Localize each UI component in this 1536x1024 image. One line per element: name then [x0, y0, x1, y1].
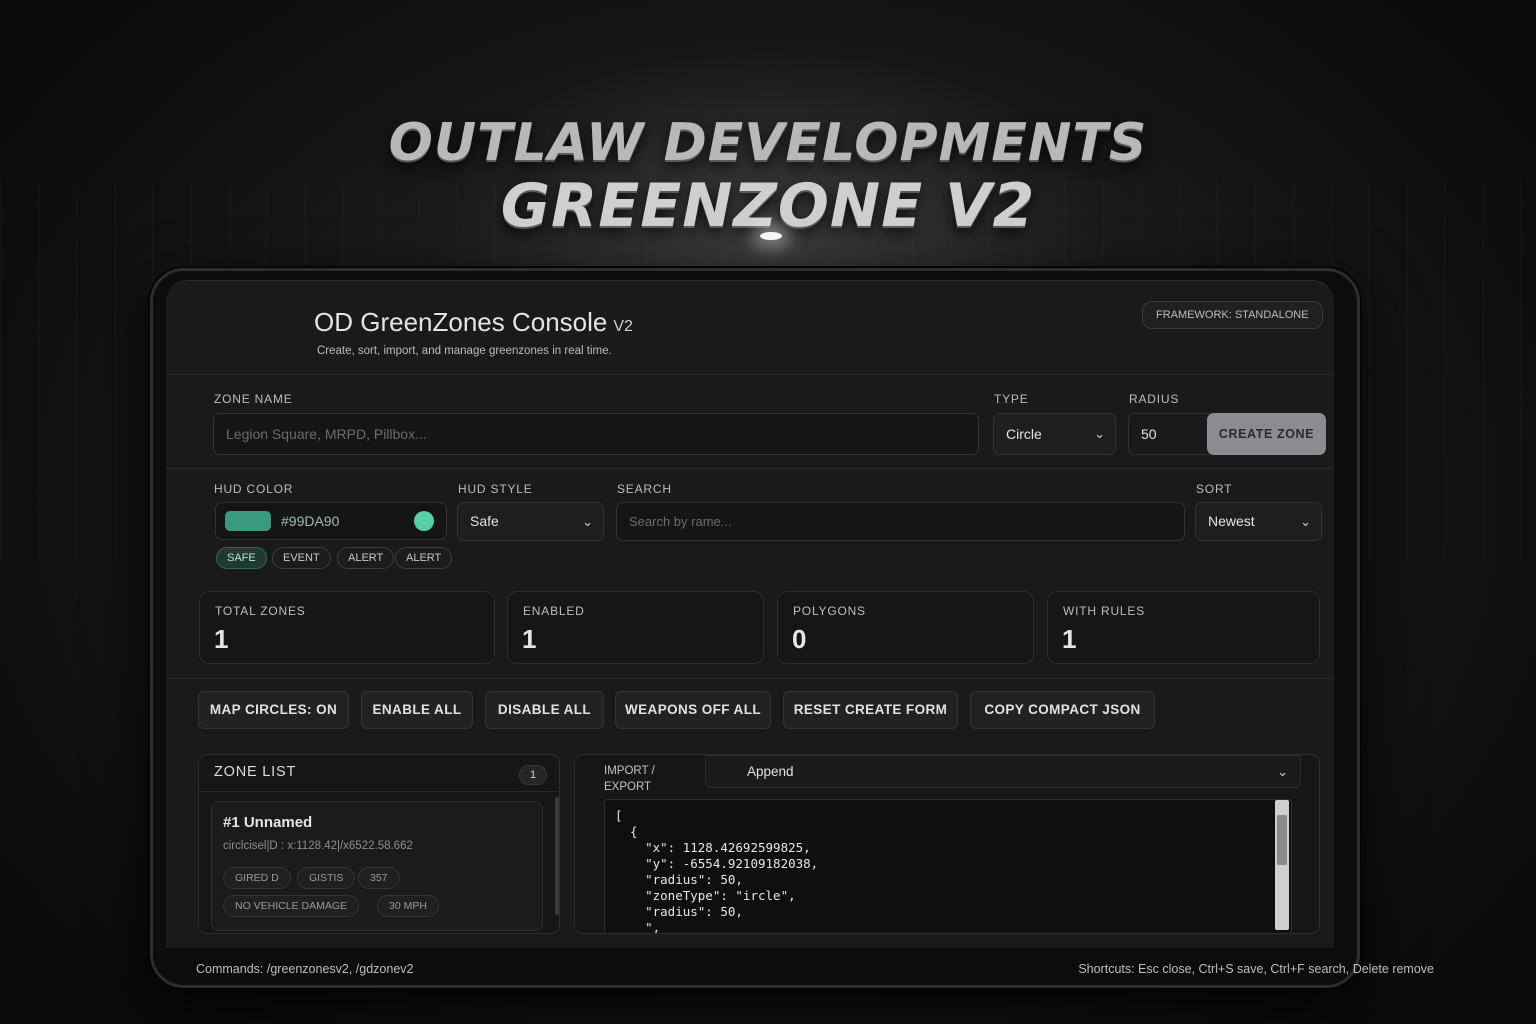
console-panel: OD GreenZones Console V2 Create, sort, im…: [166, 280, 1334, 948]
search-input[interactable]: [616, 502, 1185, 541]
hud-style-value: Safe: [470, 513, 499, 529]
title-version: V2: [613, 318, 633, 335]
zone-tag: GIRED D: [223, 867, 291, 889]
stat-polygons: POLYGONS 0: [777, 591, 1034, 664]
zone-tag: 30 MPH: [377, 895, 439, 917]
hud-color-swatch[interactable]: [225, 511, 271, 531]
preset-alert-chip-2[interactable]: ALERT: [395, 547, 453, 569]
hud-color-label: HUD COLOR: [214, 482, 294, 496]
import-export-label-line-1: IMPORT /: [604, 765, 655, 777]
footer: Commands: /greenzonesv2, /gdzonev2 Short…: [0, 950, 1536, 990]
import-export-panel: IMPORT / EXPORT Append ⌄ [ { "x": 1128.4…: [574, 754, 1320, 934]
map-circles-toggle-button[interactable]: MAP CIRCLES: ON: [198, 691, 349, 729]
zone-name-input[interactable]: [213, 413, 979, 455]
zone-tag: NO VEHICLE DAMAGE: [223, 895, 360, 917]
type-label: TYPE: [994, 392, 1029, 406]
zone-card[interactable]: #1 Unnamed circlcisel|D : x:1128.42|/x65…: [211, 801, 543, 931]
disable-all-button[interactable]: DISABLE ALL: [485, 691, 604, 729]
stat-value: 0: [792, 624, 807, 654]
zone-name: #1 Unnamed: [223, 814, 313, 831]
divider: [199, 791, 559, 792]
import-mode-value: Append: [747, 764, 794, 779]
ceiling-light: [760, 232, 782, 240]
stat-value: 1: [522, 624, 537, 654]
import-export-label: IMPORT / EXPORT: [604, 763, 655, 795]
hud-style-label: HUD STYLE: [458, 482, 533, 496]
search-label: SEARCH: [617, 482, 672, 496]
zone-name-label: ZONE NAME: [214, 392, 293, 406]
preset-event-chip[interactable]: EVENT: [272, 547, 331, 569]
stat-with-rules: WITH RULES 1: [1047, 591, 1320, 664]
stat-label: ENABLED: [523, 604, 585, 618]
sort-value: Newest: [1208, 513, 1255, 529]
chevron-down-icon: ⌄: [1094, 426, 1105, 441]
zone-count-badge: 1: [519, 765, 547, 785]
radius-input[interactable]: 50: [1128, 413, 1210, 455]
divider: [166, 468, 1334, 469]
reset-create-form-button[interactable]: RESET CREATE FORM: [783, 691, 958, 729]
zone-list-scrollbar[interactable]: [555, 797, 559, 915]
divider: [166, 678, 1334, 679]
page-title: OD GreenZones Console V2: [314, 307, 633, 338]
stat-label: TOTAL ZONES: [215, 604, 306, 618]
json-scrollbar-thumb[interactable]: [1277, 815, 1287, 865]
title-text: OD GreenZones Console: [314, 307, 608, 337]
zone-list-title: ZONE LIST: [214, 764, 297, 780]
stat-label: WITH RULES: [1063, 604, 1146, 618]
chevron-down-icon: ⌄: [582, 514, 593, 529]
type-value: Circle: [1006, 426, 1042, 442]
page-subtitle: Create, sort, import, and manage greenzo…: [317, 345, 612, 357]
import-export-label-line-2: EXPORT: [604, 781, 652, 793]
hud-color-picker[interactable]: #99DA90: [215, 502, 447, 540]
sort-label: SORT: [1196, 482, 1233, 496]
zone-coords: circlcisel|D : x:1128.42|/x6522.58.662: [223, 840, 413, 852]
import-mode-select[interactable]: Append ⌄: [705, 755, 1301, 788]
hud-color-hex: #99DA90: [281, 513, 340, 529]
zone-list-panel: ZONE LIST 1 #1 Unnamed circlcisel|D : x:…: [198, 754, 560, 934]
copy-compact-json-button[interactable]: COPY COMPACT JSON: [970, 691, 1155, 729]
stat-enabled: ENABLED 1: [507, 591, 764, 664]
sort-select[interactable]: Newest ⌄: [1195, 502, 1322, 541]
hero-line-1: OUTLAW DEVELOPMENTS: [388, 113, 1148, 173]
preset-alert-chip[interactable]: ALERT: [337, 547, 395, 569]
console-header: OD GreenZones Console V2 Create, sort, im…: [166, 281, 1334, 375]
preset-safe-chip[interactable]: SAFE: [216, 547, 267, 569]
json-textarea[interactable]: [ { "x": 1128.42692599825, "y": -6554.92…: [604, 799, 1292, 933]
create-zone-button[interactable]: CREATE ZONE: [1207, 413, 1326, 455]
shortcuts-text: Shortcuts: Esc close, Ctrl+S save, Ctrl+…: [1078, 962, 1434, 976]
chevron-down-icon: ⌄: [1300, 514, 1311, 529]
weapons-off-all-button[interactable]: WEAPONS OFF ALL: [615, 691, 771, 729]
stat-label: POLYGONS: [793, 604, 866, 618]
commands-text: Commands: /greenzonesv2, /gdzonev2: [196, 962, 414, 976]
zone-tag: 357: [358, 867, 400, 889]
radius-label: RADIUS: [1129, 392, 1180, 406]
hud-color-dot[interactable]: [414, 511, 434, 531]
stat-value: 1: [1062, 624, 1077, 654]
type-select[interactable]: Circle ⌄: [993, 413, 1116, 455]
chevron-down-icon: ⌄: [1277, 764, 1288, 779]
hud-style-select[interactable]: Safe ⌄: [457, 502, 604, 541]
hero-line-2: GREENZONE V2: [500, 171, 1036, 241]
framework-badge: FRAMEWORK: STANDALONE: [1142, 301, 1323, 329]
hero-title: OUTLAW DEVELOPMENTS GREENZONE V2: [0, 112, 1536, 238]
zone-tag: GISTIS: [297, 867, 356, 889]
enable-all-button[interactable]: ENABLE ALL: [361, 691, 473, 729]
stat-total-zones: TOTAL ZONES 1: [199, 591, 495, 664]
stat-value: 1: [214, 624, 229, 654]
